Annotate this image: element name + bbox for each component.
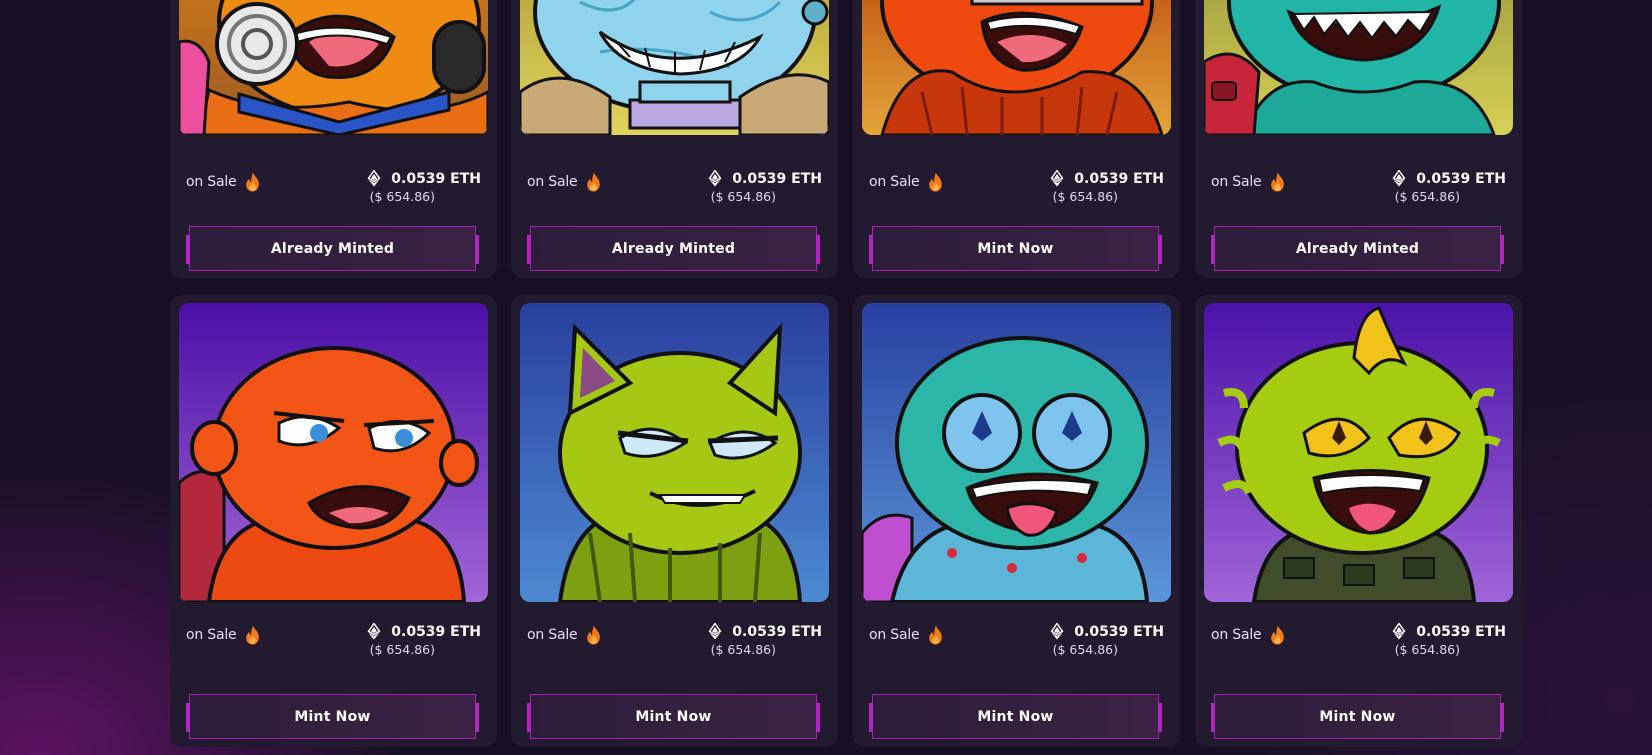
price-eth: 0.0539 ETH	[732, 170, 822, 187]
price-block: 0.0539 ETH ($ 654.86)	[1050, 623, 1164, 657]
flame-icon	[928, 172, 943, 192]
price-eth: 0.0539 ETH	[1416, 170, 1506, 187]
nft-artwork[interactable]	[1204, 303, 1513, 602]
sale-status-label: on Sale	[186, 174, 237, 190]
mint-now-button[interactable]: Mint Now	[186, 694, 479, 739]
already-minted-button[interactable]: Already Minted	[186, 226, 479, 271]
sale-status: on Sale	[527, 172, 601, 192]
already-minted-button[interactable]: Already Minted	[1211, 226, 1504, 271]
nft-artwork[interactable]	[179, 0, 488, 135]
price-block: 0.0539 ETH ($ 654.86)	[708, 170, 822, 204]
mint-now-button[interactable]: Mint Now	[869, 694, 1162, 739]
price-usd: ($ 654.86)	[1052, 642, 1118, 657]
nft-artwork[interactable]	[1204, 0, 1513, 135]
ethereum-icon	[708, 623, 722, 640]
price-eth: 0.0539 ETH	[732, 623, 822, 640]
price-block: 0.0539 ETH ($ 654.86)	[367, 170, 481, 204]
flame-icon	[245, 172, 260, 192]
price-eth: 0.0539 ETH	[1416, 623, 1506, 640]
ethereum-icon	[1050, 170, 1064, 187]
nft-card: on Sale 0.0539 ETH ($ 654.86) Already Mi…	[170, 0, 497, 278]
sale-status: on Sale	[1211, 172, 1285, 192]
price-block: 0.0539 ETH ($ 654.86)	[1392, 623, 1506, 657]
nft-grid: on Sale 0.0539 ETH ($ 654.86) Already Mi…	[0, 0, 1652, 755]
mint-now-button[interactable]: Mint Now	[869, 226, 1162, 271]
nft-card: on Sale 0.0539 ETH ($ 654.86) Mint Now	[853, 295, 1180, 747]
ethereum-icon	[367, 170, 381, 187]
price-block: 0.0539 ETH ($ 654.86)	[367, 623, 481, 657]
flame-icon	[1270, 172, 1285, 192]
nft-card: on Sale 0.0539 ETH ($ 654.86) Already Mi…	[511, 0, 838, 278]
price-usd: ($ 654.86)	[1394, 642, 1460, 657]
sale-status-label: on Sale	[527, 174, 578, 190]
price-eth: 0.0539 ETH	[1074, 170, 1164, 187]
flame-icon	[928, 625, 943, 645]
sale-status-label: on Sale	[1211, 627, 1262, 643]
sale-status: on Sale	[527, 625, 601, 645]
mint-now-button[interactable]: Mint Now	[527, 694, 820, 739]
flame-icon	[1270, 625, 1285, 645]
ethereum-icon	[1050, 623, 1064, 640]
nft-card: on Sale 0.0539 ETH ($ 654.86) Mint Now	[170, 295, 497, 747]
price-usd: ($ 654.86)	[1052, 189, 1118, 204]
nft-card: on Sale 0.0539 ETH ($ 654.86) Mint Now	[511, 295, 838, 747]
price-eth: 0.0539 ETH	[391, 623, 481, 640]
sale-status-label: on Sale	[527, 627, 578, 643]
nft-artwork[interactable]	[862, 303, 1171, 602]
price-usd: ($ 654.86)	[369, 642, 435, 657]
sale-status-label: on Sale	[186, 627, 237, 643]
price-block: 0.0539 ETH ($ 654.86)	[1050, 170, 1164, 204]
sale-status: on Sale	[1211, 625, 1285, 645]
already-minted-button[interactable]: Already Minted	[527, 226, 820, 271]
price-eth: 0.0539 ETH	[1074, 623, 1164, 640]
flame-icon	[586, 625, 601, 645]
sale-status: on Sale	[869, 172, 943, 192]
nft-artwork[interactable]	[179, 303, 488, 602]
nft-artwork[interactable]	[520, 303, 829, 602]
ethereum-icon	[367, 623, 381, 640]
ethereum-icon	[1392, 623, 1406, 640]
price-usd: ($ 654.86)	[1394, 189, 1460, 204]
nft-card: on Sale 0.0539 ETH ($ 654.86) Already Mi…	[1195, 0, 1522, 278]
sale-status: on Sale	[186, 625, 260, 645]
sale-status-label: on Sale	[1211, 174, 1262, 190]
ethereum-icon	[708, 170, 722, 187]
nft-artwork[interactable]	[862, 0, 1171, 135]
sale-status: on Sale	[869, 625, 943, 645]
flame-icon	[586, 172, 601, 192]
sale-status-label: on Sale	[869, 627, 920, 643]
nft-card: on Sale 0.0539 ETH ($ 654.86) Mint Now	[853, 0, 1180, 278]
ethereum-icon	[1392, 170, 1406, 187]
price-block: 0.0539 ETH ($ 654.86)	[1392, 170, 1506, 204]
price-usd: ($ 654.86)	[710, 642, 776, 657]
price-usd: ($ 654.86)	[710, 189, 776, 204]
price-usd: ($ 654.86)	[369, 189, 435, 204]
mint-now-button[interactable]: Mint Now	[1211, 694, 1504, 739]
price-eth: 0.0539 ETH	[391, 170, 481, 187]
price-block: 0.0539 ETH ($ 654.86)	[708, 623, 822, 657]
nft-card: on Sale 0.0539 ETH ($ 654.86) Mint Now	[1195, 295, 1522, 747]
flame-icon	[245, 625, 260, 645]
sale-status-label: on Sale	[869, 174, 920, 190]
nft-artwork[interactable]	[520, 0, 829, 135]
sale-status: on Sale	[186, 172, 260, 192]
